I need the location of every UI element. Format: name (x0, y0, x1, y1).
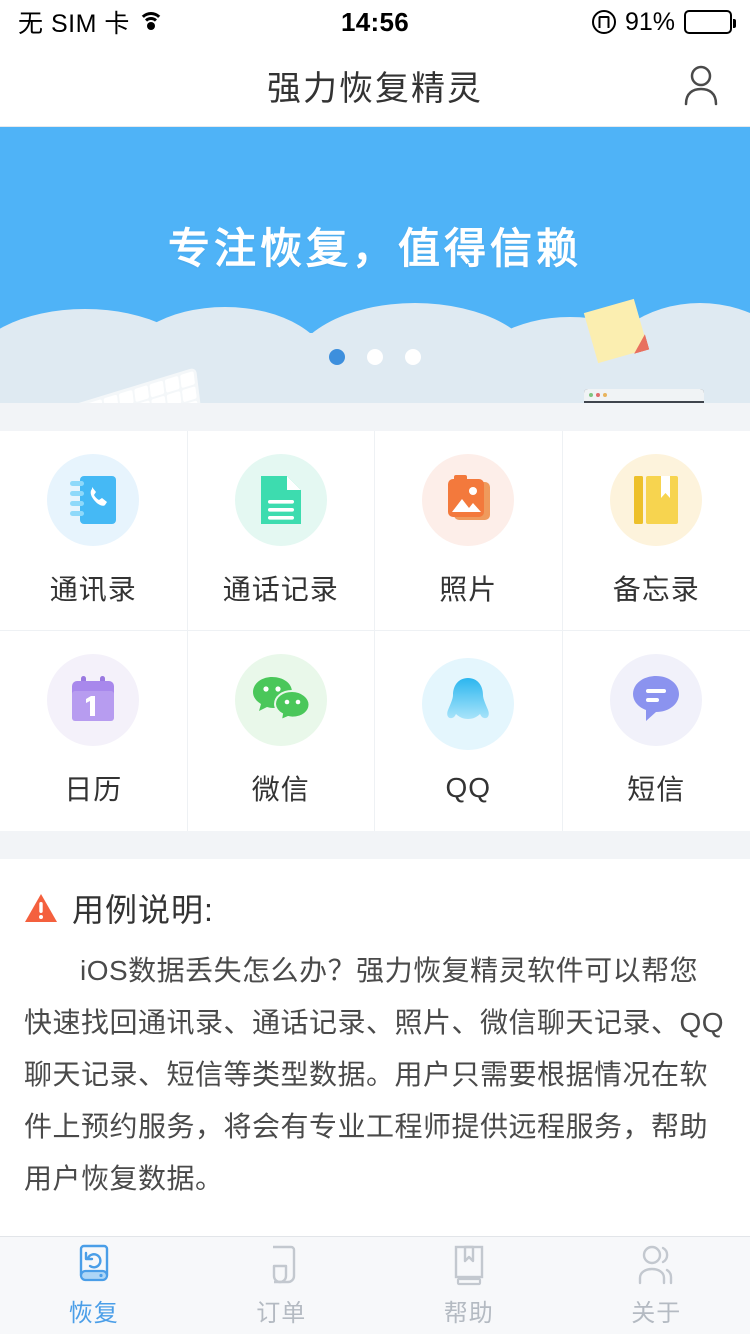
pagination-dot[interactable] (405, 349, 421, 365)
code-window-titlebar (584, 389, 704, 401)
order-receipt-icon (273, 1245, 296, 1284)
qq-penguin-icon (422, 658, 515, 750)
tab-orders[interactable]: 订单 (188, 1243, 376, 1328)
tab-label: 订单 (256, 1300, 307, 1327)
recovery-type-grid: 通讯录 通话记录 照片 备忘录 日历 微信 QQ 短信 (0, 431, 750, 831)
rotation-lock-icon (591, 10, 616, 34)
battery-percent-label: 91% (624, 7, 675, 36)
help-book-icon (454, 1245, 483, 1286)
grid-item-label: 短信 (627, 774, 686, 805)
bookmark-book-icon (610, 453, 703, 546)
person-icon[interactable] (678, 62, 724, 108)
usage-description-body: iOS数据丢失怎么办？强力恢复精灵软件可以帮您快速找回通讯录、通话记录、照片、微… (24, 955, 725, 1194)
document-icon (234, 453, 327, 546)
grid-item-qq[interactable]: QQ (375, 631, 563, 831)
banner-slogan: 专注恢复，值得信赖 (167, 225, 582, 272)
grid-item-label: 照片 (439, 573, 498, 605)
grid-item-label: 通讯录 (49, 573, 137, 605)
code-window-body: </> (584, 401, 704, 403)
app-screen: 无 SIM 卡 14:56 91% 强力恢复精灵 专注恢复，值得信赖 通讯录 通… (0, 0, 750, 1334)
usage-description-section: 用例说明: iOS数据丢失怎么办？强力恢复精灵软件可以帮您快速找回通讯录、通话记… (0, 859, 750, 1239)
grid-item-label: 微信 (251, 774, 310, 805)
battery-icon (684, 10, 736, 34)
tab-about[interactable]: 关于 (563, 1243, 750, 1328)
grid-item-contacts[interactable]: 通讯录 (0, 431, 188, 631)
grid-item-wechat[interactable]: 微信 (188, 631, 375, 831)
grid-item-label: 备忘录 (612, 573, 700, 605)
message-icon (610, 654, 703, 746)
grid-item-call-log[interactable]: 通话记录 (187, 431, 375, 631)
usage-description-header: 用例说明: (24, 885, 726, 931)
grid-item-label: 日历 (64, 774, 123, 805)
pagination-dot[interactable] (329, 349, 345, 365)
tab-label: 关于 (631, 1300, 682, 1327)
calendar-icon (47, 654, 140, 746)
restore-phone-icon (79, 1244, 108, 1282)
code-window-illustration: </> (584, 389, 704, 403)
grid-item-calendar[interactable]: 日历 (0, 631, 188, 831)
address-book-icon (47, 453, 140, 546)
pagination-dot[interactable] (367, 349, 383, 365)
warning-triangle-icon (25, 894, 57, 922)
tab-help[interactable]: 帮助 (375, 1243, 563, 1328)
grid-item-photos[interactable]: 照片 (375, 431, 563, 631)
grid-item-label: QQ (445, 772, 492, 803)
usage-description-title: 用例说明: (72, 892, 214, 928)
status-bar-right: 91% (591, 7, 736, 37)
bottom-tab-bar: 恢复 订单 帮助 关于 (0, 1236, 750, 1334)
grid-item-sms[interactable]: 短信 (563, 631, 750, 831)
tab-label: 帮助 (443, 1300, 494, 1327)
grid-item-label: 通话记录 (222, 573, 339, 605)
tab-recovery[interactable]: 恢复 (0, 1243, 188, 1328)
banner-pagination[interactable] (0, 349, 750, 365)
status-bar: 无 SIM 卡 14:56 91% (0, 0, 750, 44)
wechat-icon (234, 654, 327, 746)
app-header: 强力恢复精灵 (0, 44, 750, 127)
grid-item-notes[interactable]: 备忘录 (562, 431, 750, 631)
photos-icon (422, 453, 515, 546)
about-people-icon (639, 1245, 673, 1285)
promo-banner[interactable]: </> 专注恢复，值得信赖 (0, 127, 750, 403)
tab-label: 恢复 (68, 1300, 119, 1327)
page-title: 强力恢复精灵 (267, 69, 483, 108)
